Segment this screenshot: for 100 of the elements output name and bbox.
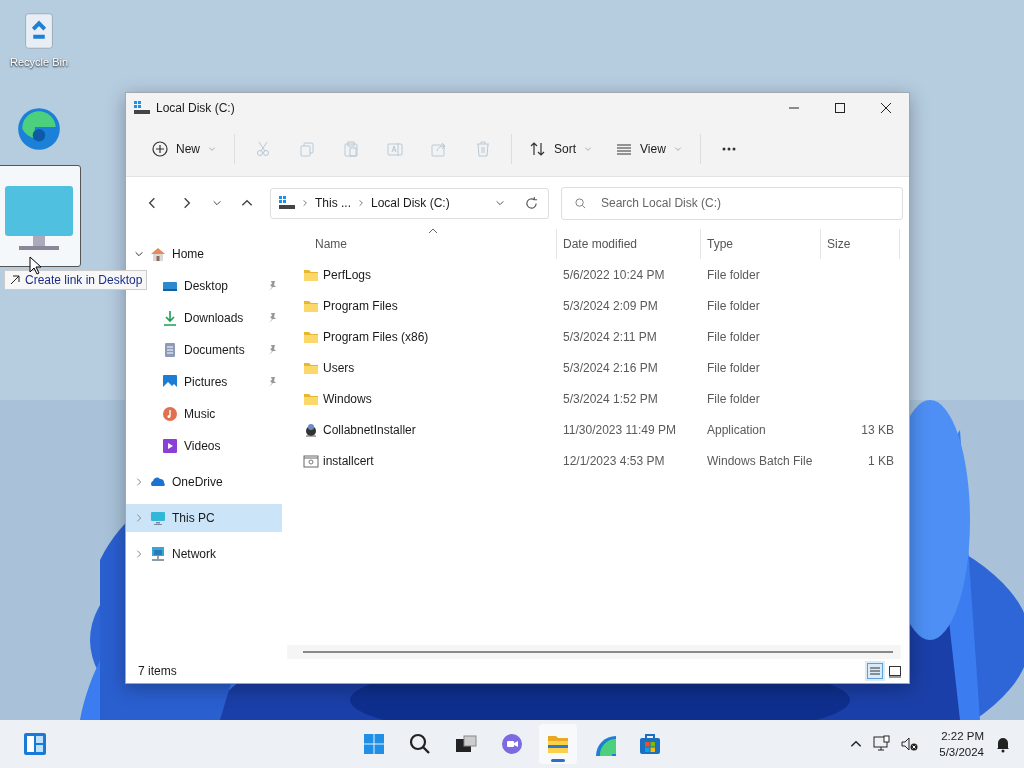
file-row[interactable]: Program Files 5/3/2024 2:09 PM File folder (303, 290, 901, 321)
column-header[interactable]: Date modified (557, 229, 701, 259)
file-row[interactable]: Windows 5/3/2024 1:52 PM File folder (303, 383, 901, 414)
download-arrow-icon (162, 310, 178, 326)
batch-file-icon (303, 452, 319, 469)
type-cell-text: File folder (706, 391, 761, 406)
type-cell-text: Windows Batch File (706, 453, 814, 468)
rename-icon (387, 141, 403, 157)
type-cell-text: Application (706, 422, 767, 437)
desktop-icon-label: Recycle Bin (9, 56, 69, 68)
drive-icon (134, 100, 150, 115)
file-name: CollabnetInstaller (323, 422, 416, 437)
picture-icon (162, 374, 178, 390)
type-cell-text: File folder (706, 329, 761, 344)
dropdown-chevron-icon (208, 145, 216, 153)
close-icon (881, 102, 891, 113)
file-name: Program Files (x86) (323, 329, 429, 344)
network-icon[interactable] (873, 735, 892, 753)
file-name: Users (323, 360, 355, 375)
tiles-view-icon (887, 663, 903, 679)
store-bag-icon (638, 732, 662, 756)
house-icon (150, 246, 166, 262)
breadcrumb[interactable]: This ... (315, 196, 351, 210)
sidebar-item[interactable]: Network (126, 540, 282, 568)
date-cell-text: 12/1/2023 4:53 PM (562, 453, 666, 468)
address-bar[interactable]: This ... Local Disk (C:) (270, 187, 549, 219)
type-cell-text: File folder (706, 267, 761, 282)
new-button[interactable]: New (140, 132, 228, 166)
sidebar-item[interactable]: Videos (154, 432, 282, 460)
item-count: 7 items (138, 664, 178, 678)
sort-button[interactable]: Sort (518, 132, 605, 166)
breadcrumb-chevron-icon (301, 199, 309, 207)
file-name: Program Files (323, 298, 398, 313)
breadcrumb[interactable]: Local Disk (C:) (371, 196, 450, 210)
type-cell-text: File folder (706, 360, 761, 375)
date-cell-text: 5/3/2024 1:52 PM (562, 391, 659, 406)
sidebar-item[interactable]: Home (126, 240, 282, 268)
horizontal-scrollbar[interactable] (287, 645, 901, 659)
refresh-icon[interactable] (525, 196, 538, 210)
monitor-icon (150, 510, 166, 526)
file-row[interactable]: Program Files (x86) 5/3/2024 2:11 PM File folder (303, 321, 901, 352)
date-cell-text: 5/3/2024 2:16 PM (562, 360, 659, 375)
video-icon (162, 438, 178, 454)
link-arrow-icon (9, 274, 21, 286)
file-row[interactable]: PerfLogs 5/6/2022 10:24 PM File folder (303, 259, 901, 290)
pin-icon (266, 376, 278, 388)
windows-logo-icon (362, 732, 386, 756)
dropdown-chevron-icon (673, 145, 682, 153)
scissors-icon (255, 141, 271, 157)
sort-caret-icon (428, 227, 438, 235)
search-field[interactable]: Search Local Disk (C:) (561, 186, 903, 220)
network-icon (150, 546, 166, 562)
view-button[interactable]: View (604, 132, 694, 166)
search-icon (408, 732, 432, 756)
speaker-muted-icon[interactable] (901, 735, 920, 753)
pin-icon (266, 312, 278, 324)
tooltip-text: Create link in Desktop (25, 273, 143, 287)
copy-icon (299, 141, 315, 157)
pin-icon (266, 344, 278, 356)
expand-chevron-icon (134, 549, 144, 559)
chat-icon (500, 732, 524, 756)
file-name: Windows (323, 391, 372, 406)
column-header[interactable]: Size (821, 229, 900, 259)
sidebar-item[interactable]: Pictures (154, 368, 282, 396)
chevron-icon (211, 198, 222, 208)
date-cell-text: 11/30/2023 11:49 PM (562, 422, 677, 437)
sidebar-item[interactable]: Desktop (154, 272, 282, 300)
sidebar-item[interactable]: Music (154, 400, 282, 428)
file-row[interactable]: CollabnetInstaller 11/30/2023 11:49 PM Application 13 KB (303, 414, 901, 445)
sidebar-item[interactable]: OneDrive (126, 468, 282, 496)
sort-arrows-icon (530, 141, 546, 157)
clock-date: 5/3/2024 (939, 745, 984, 760)
size-cell-text: 1 KB (867, 453, 895, 468)
clock-time: 2:22 PM (941, 729, 984, 744)
maximize-icon (835, 102, 845, 113)
application-icon (303, 421, 319, 438)
size-cell-text: 13 KB (860, 422, 895, 437)
date-cell-text: 5/6/2022 10:24 PM (562, 267, 666, 282)
lines-icon (616, 141, 633, 157)
pin-icon (266, 280, 278, 292)
column-header[interactable]: Type (701, 229, 821, 259)
plus-circle-icon (152, 141, 168, 157)
dropdown-chevron-icon (495, 198, 505, 208)
column-header[interactable]: Name (303, 229, 557, 259)
trash-icon (475, 141, 491, 157)
drive-icon (279, 196, 295, 210)
expand-chevron-icon (134, 513, 144, 523)
file-name: PerfLogs (323, 267, 372, 282)
sidebar-item[interactable]: This PC (126, 504, 282, 532)
sidebar-item[interactable]: Downloads (154, 304, 282, 332)
clipboard-icon (343, 141, 359, 157)
file-row[interactable]: Users 5/3/2024 2:16 PM File folder (303, 352, 901, 383)
expand-chevron-icon (134, 249, 144, 259)
expand-chevron-icon (134, 477, 144, 487)
document-icon (162, 342, 178, 358)
date-cell-text: 5/3/2024 2:09 PM (562, 298, 659, 313)
sidebar-item[interactable]: Documents (154, 336, 282, 364)
file-row[interactable]: installcert 12/1/2023 4:53 PM Windows Batch File 1 KB (303, 445, 901, 476)
breadcrumb-chevron-icon (357, 199, 365, 207)
clock[interactable]: 2:22 PM 5/3/2024 (939, 728, 984, 760)
